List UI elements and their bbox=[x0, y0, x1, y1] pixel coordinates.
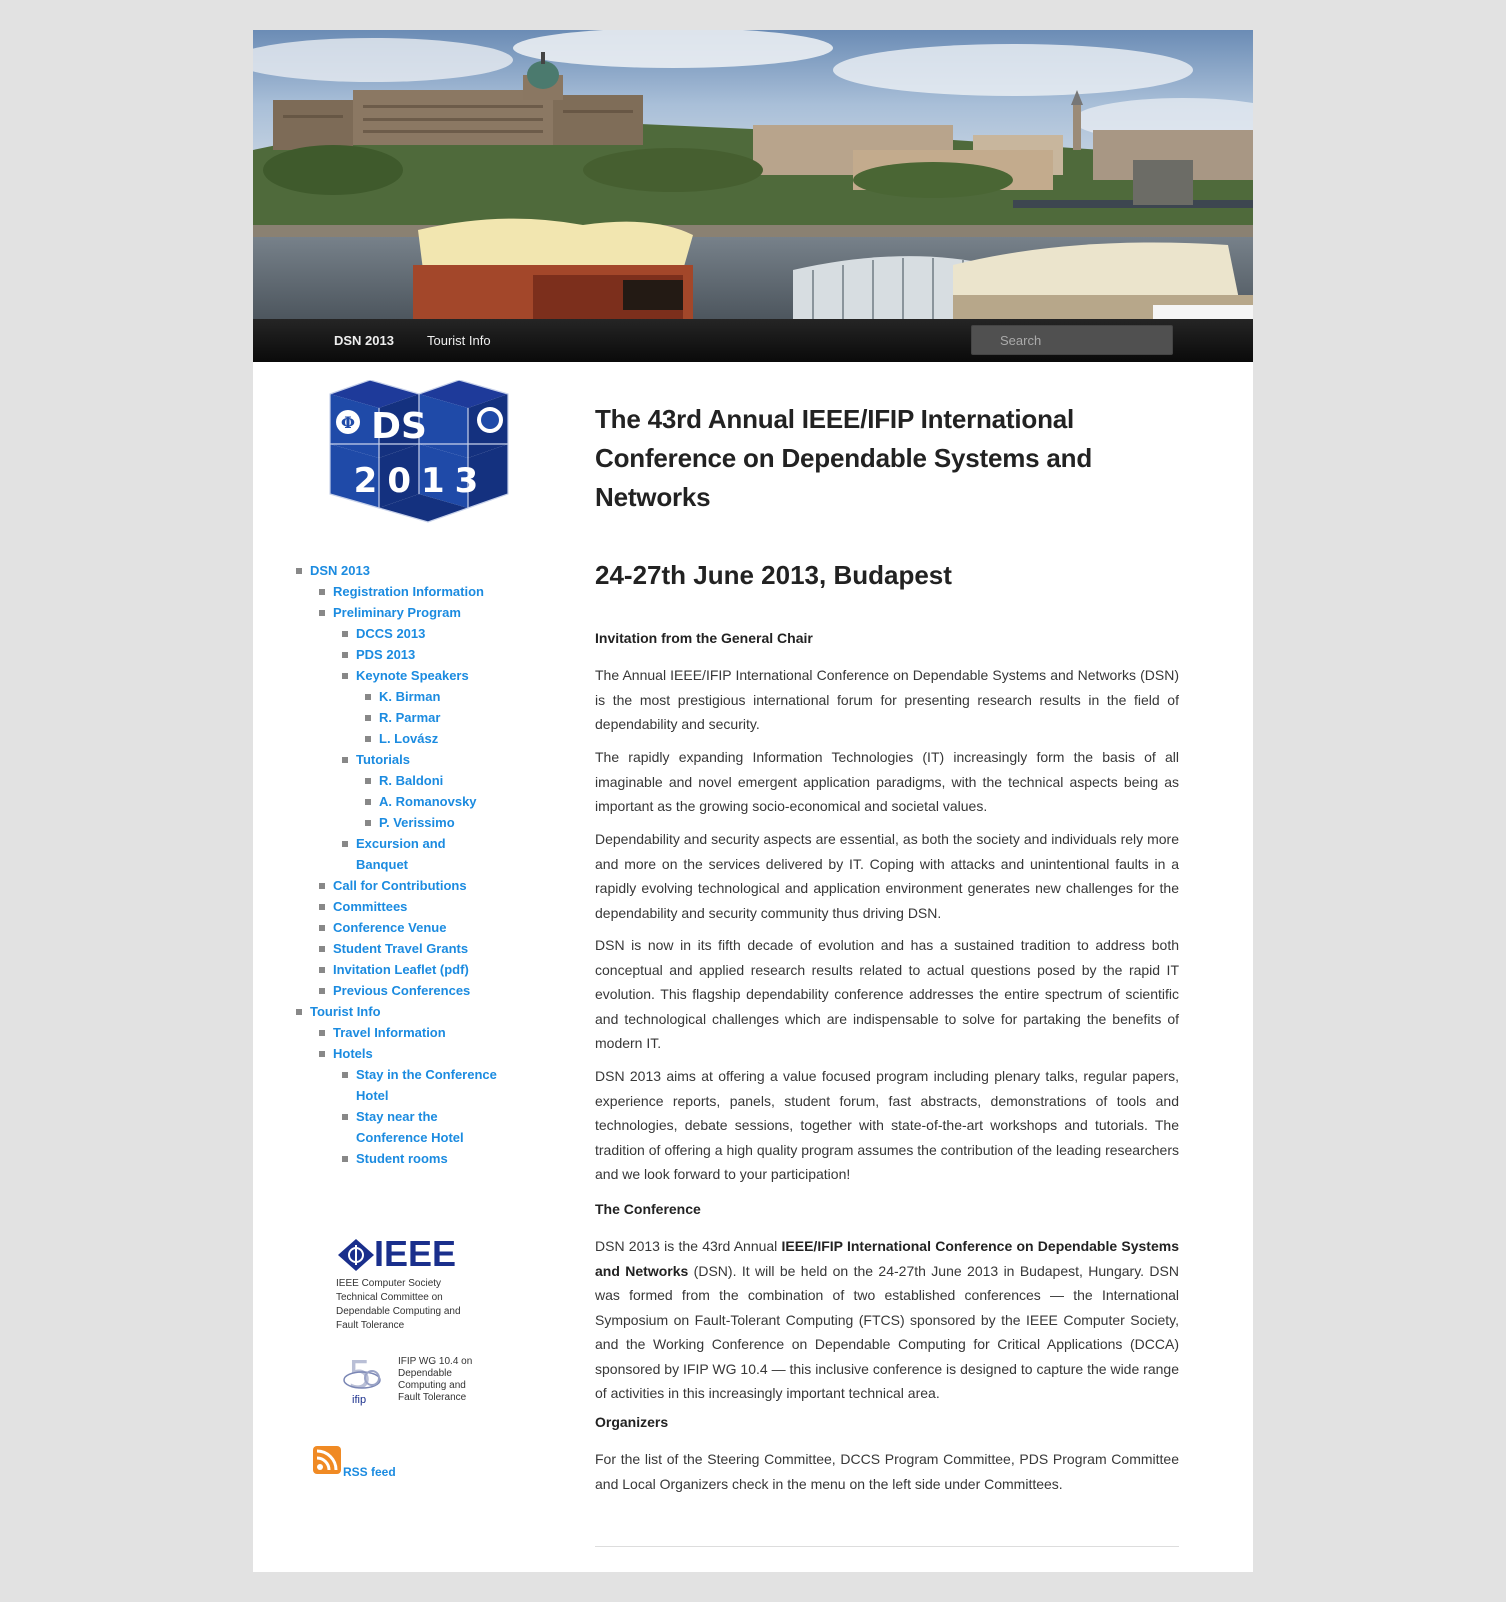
ieee-logo-text: IEEE bbox=[374, 1233, 457, 1274]
menu-link[interactable]: K. Birman bbox=[379, 686, 550, 707]
menu-link[interactable]: Registration Information bbox=[333, 581, 550, 602]
menu-link[interactable]: Preliminary Program bbox=[333, 602, 550, 623]
menu-link[interactable]: DCCS 2013 bbox=[356, 623, 550, 644]
ieee-tc-logo[interactable]: IEEE IEEE Computer Society Technical Com… bbox=[336, 1235, 486, 1333]
menu-link[interactable]: A. Romanovsky bbox=[379, 791, 550, 812]
menu-link[interactable]: Tourist Info bbox=[310, 1001, 550, 1022]
menu-link[interactable]: L. Lovász bbox=[379, 728, 550, 749]
menu-link[interactable]: Conference Venue bbox=[333, 917, 550, 938]
ifip-logo-text: ifip bbox=[352, 1394, 367, 1406]
menu-link[interactable]: Stay near the Conference Hotel bbox=[356, 1106, 476, 1148]
menu-link[interactable]: Student Travel Grants bbox=[333, 938, 550, 959]
menu-item-lovasz[interactable]: L. Lovász bbox=[365, 728, 550, 749]
paragraph-it: The rapidly expanding Information Techno… bbox=[595, 749, 1179, 814]
page-container: DSN 2013 Tourist Info Search Φ DS 2013 D… bbox=[253, 30, 1253, 1572]
menu-link[interactable]: Stay in the Conference Hotel bbox=[356, 1064, 506, 1106]
menu-item-call[interactable]: Call for Contributions bbox=[319, 875, 550, 896]
caption-line: IFIP WG 10.4 on bbox=[398, 1356, 473, 1367]
conference-text: (DSN). It will be held on the 24-27th Ju… bbox=[595, 1262, 1179, 1402]
menu-item-tutorials[interactable]: Tutorials R. Baldoni A. Romanovsky P. Ve… bbox=[342, 749, 550, 833]
logo-bottom-text: 2013 bbox=[354, 461, 489, 501]
budapest-panorama bbox=[253, 30, 1253, 319]
menu-link[interactable]: P. Verissimo bbox=[379, 812, 550, 833]
svg-text:5: 5 bbox=[348, 1353, 372, 1397]
page-title: The 43rd Annual IEEE/IFIP International … bbox=[595, 404, 1093, 512]
paragraph-dependability: Dependability and security aspects are e… bbox=[595, 831, 1179, 921]
menu-link[interactable]: PDS 2013 bbox=[356, 644, 550, 665]
ifip-wg-logo[interactable]: 5 ifip IFIP WG 10.4 on Dependable Comput… bbox=[336, 1352, 496, 1412]
menu-item-program[interactable]: Preliminary Program DCCS 2013 PDS 2013 K… bbox=[319, 602, 550, 875]
menu-item-pds[interactable]: PDS 2013 bbox=[342, 644, 550, 665]
menu-item-dccs[interactable]: DCCS 2013 bbox=[342, 623, 550, 644]
main-navigation: DSN 2013 Tourist Info bbox=[253, 319, 1253, 362]
paragraph-intro: The Annual IEEE/IFIP International Confe… bbox=[595, 667, 1179, 732]
menu-item-baldoni[interactable]: R. Baldoni bbox=[365, 770, 550, 791]
paragraph-organizers: For the list of the Steering Committee, … bbox=[595, 1451, 1179, 1492]
caption-line: Computing and bbox=[398, 1380, 466, 1391]
ieee-caption: IEEE Computer Society Technical Committe… bbox=[336, 1277, 486, 1333]
menu-item-travel[interactable]: Travel Information bbox=[319, 1022, 550, 1043]
logo-top-text: DS bbox=[371, 406, 427, 447]
menu-link[interactable]: Keynote Speakers bbox=[356, 665, 550, 686]
menu-item-romanovsky[interactable]: A. Romanovsky bbox=[365, 791, 550, 812]
menu-link[interactable]: R. Baldoni bbox=[379, 770, 550, 791]
menu-link[interactable]: Tutorials bbox=[356, 749, 550, 770]
nav-item-dsn2013[interactable]: DSN 2013 bbox=[334, 319, 394, 362]
invitation-heading: Invitation from the General Chair bbox=[595, 630, 813, 646]
svg-text:Φ: Φ bbox=[341, 413, 355, 432]
menu-item-leaflet[interactable]: Invitation Leaflet (pdf) bbox=[319, 959, 550, 980]
paragraph-evolution: DSN is now in its fifth decade of evolut… bbox=[595, 937, 1179, 1051]
rss-feed-link[interactable]: RSS feed bbox=[343, 1465, 396, 1479]
caption-line: Technical Committee on bbox=[336, 1292, 443, 1303]
menu-link[interactable]: R. Parmar bbox=[379, 707, 550, 728]
menu-item-stay-in[interactable]: Stay in the Conference Hotel bbox=[342, 1064, 506, 1106]
menu-item-keynote[interactable]: Keynote Speakers K. Birman R. Parmar L. … bbox=[342, 665, 550, 749]
dsn-2013-logo[interactable]: Φ DS 2013 bbox=[326, 380, 512, 526]
menu-item-venue[interactable]: Conference Venue bbox=[319, 917, 550, 938]
menu-item-previous[interactable]: Previous Conferences bbox=[319, 980, 550, 1001]
caption-line: Fault Tolerance bbox=[336, 1320, 405, 1331]
menu-link[interactable]: Excursion and Banquet bbox=[356, 833, 466, 875]
rss-feed-icon[interactable] bbox=[313, 1446, 341, 1474]
nav-item-tourist-info[interactable]: Tourist Info bbox=[427, 319, 491, 362]
caption-line: Fault Tolerance bbox=[398, 1392, 467, 1403]
menu-link[interactable]: Travel Information bbox=[333, 1022, 550, 1043]
menu-item-birman[interactable]: K. Birman bbox=[365, 686, 550, 707]
menu-item-grants[interactable]: Student Travel Grants bbox=[319, 938, 550, 959]
ifip-caption: IFIP WG 10.4 on Dependable Computing and… bbox=[398, 1356, 472, 1404]
menu-link[interactable]: DSN 2013 bbox=[310, 560, 550, 581]
ieee-diamond-icon bbox=[338, 1239, 374, 1271]
menu-item-tourist[interactable]: Tourist Info Travel Information Hotels S… bbox=[296, 1001, 550, 1169]
caption-line: IEEE Computer Society bbox=[336, 1278, 442, 1289]
menu-item-student-rooms[interactable]: Student rooms bbox=[342, 1148, 550, 1169]
menu-item-committees[interactable]: Committees bbox=[319, 896, 550, 917]
conference-heading: The Conference bbox=[595, 1201, 701, 1217]
menu-item-verissimo[interactable]: P. Verissimo bbox=[365, 812, 550, 833]
event-date-heading: 24-27th June 2013, Budapest bbox=[595, 560, 952, 590]
menu-item-hotels[interactable]: Hotels Stay in the Conference Hotel Stay… bbox=[319, 1043, 550, 1169]
organizers-heading: Organizers bbox=[595, 1414, 669, 1430]
menu-link[interactable]: Hotels bbox=[333, 1043, 550, 1064]
menu-link[interactable]: Previous Conferences bbox=[333, 980, 550, 1001]
search-input[interactable] bbox=[971, 325, 1173, 355]
caption-line: Dependable Computing and bbox=[336, 1306, 461, 1317]
menu-item-parmar[interactable]: R. Parmar bbox=[365, 707, 550, 728]
paragraph-conference: DSN 2013 is the 43rd Annual IEEE/IFIP In… bbox=[595, 1234, 1179, 1406]
paragraph-program: DSN 2013 aims at offering a value focuse… bbox=[595, 1068, 1179, 1182]
caption-line: Dependable bbox=[398, 1368, 452, 1379]
content-divider bbox=[595, 1546, 1179, 1547]
menu-item-dsn2013[interactable]: DSN 2013 Registration Information Prelim… bbox=[296, 560, 550, 1001]
menu-link[interactable]: Student rooms bbox=[356, 1148, 550, 1169]
menu-item-stay-near[interactable]: Stay near the Conference Hotel bbox=[342, 1106, 476, 1148]
header-banner-image[interactable] bbox=[253, 30, 1253, 319]
menu-item-excursion[interactable]: Excursion and Banquet bbox=[342, 833, 466, 875]
conference-text: DSN 2013 is the 43rd Annual bbox=[595, 1238, 782, 1254]
menu-link[interactable]: Invitation Leaflet (pdf) bbox=[333, 959, 550, 980]
menu-link[interactable]: Committees bbox=[333, 896, 550, 917]
sidebar-menu: DSN 2013 Registration Information Prelim… bbox=[296, 560, 550, 1169]
menu-link[interactable]: Call for Contributions bbox=[333, 875, 550, 896]
menu-item-registration[interactable]: Registration Information bbox=[319, 581, 550, 602]
